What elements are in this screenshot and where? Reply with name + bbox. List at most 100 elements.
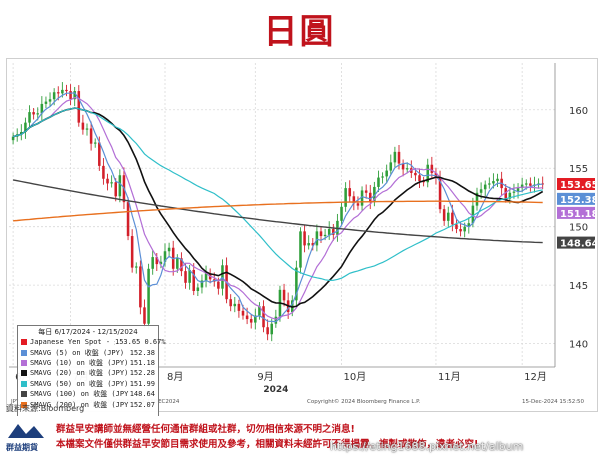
price-tag-label: 153.65 xyxy=(560,180,597,191)
candle-body xyxy=(241,310,245,316)
candle-body xyxy=(393,151,397,163)
candle-body xyxy=(139,266,142,308)
legend-series-value: 152.38 xyxy=(129,348,155,357)
candle-body xyxy=(512,191,516,193)
legend-series-name: SMAVG (20) on 收盤 (JPY) xyxy=(30,369,129,378)
y-tick-label: 155 xyxy=(569,164,588,175)
price-tag-label: 151.18 xyxy=(560,209,597,220)
candle-body xyxy=(344,188,347,207)
candle-body xyxy=(319,231,323,237)
legend-header: 每日 6/17/2024 - 12/15/2024 xyxy=(38,328,138,336)
candle-body xyxy=(36,113,40,115)
ma-line-100 xyxy=(12,179,543,244)
y-tick-label: 145 xyxy=(569,281,588,292)
candle-body xyxy=(483,184,487,190)
candle-body xyxy=(98,142,101,166)
candle-body xyxy=(327,229,331,235)
x-axis-year-label: 2024 xyxy=(263,385,288,395)
source-label: 資料來源:Bloomberg xyxy=(6,404,85,413)
x-tick-label: 11月 xyxy=(438,371,461,383)
candle-body xyxy=(340,206,343,221)
candle-body xyxy=(488,183,491,185)
legend-series-value: 151.18 xyxy=(129,358,155,367)
legend-item: SMAVG (50) on 收盤 (JPY) 151.99 xyxy=(21,379,155,389)
legend-series-name: SMAVG (100) on 收盤 (JPY) xyxy=(30,390,129,399)
candle-body xyxy=(69,91,72,100)
candle-body xyxy=(229,299,232,307)
ma-line-200 xyxy=(13,200,543,222)
candle-body xyxy=(48,99,52,102)
candle-body xyxy=(77,91,81,123)
candle-body xyxy=(348,188,352,197)
x-tick-label: 8月 xyxy=(167,371,183,383)
candle-body xyxy=(307,243,310,246)
candle-body xyxy=(89,128,93,144)
candle-body xyxy=(377,177,380,187)
legend-series-value: 148.64 xyxy=(129,390,155,399)
legend-series-value: 153.65 0.67% xyxy=(115,338,166,347)
disclaimer-line-1: 群益早安講師並無經營任何通信群組或社群，切勿相信來源不明之消息! xyxy=(56,424,355,435)
candle-body xyxy=(151,257,154,269)
legend-swatch xyxy=(21,359,27,366)
legend-series-value: 151.99 xyxy=(129,379,155,388)
candle-body xyxy=(233,303,237,307)
candle-body xyxy=(455,224,458,230)
candle-body xyxy=(414,172,417,176)
candle-body xyxy=(167,247,171,252)
ma-line-10 xyxy=(12,96,543,320)
candle-body xyxy=(385,170,388,177)
candle-body xyxy=(451,212,454,225)
candle-body xyxy=(381,176,384,178)
candle-body xyxy=(397,151,401,164)
legend-series-name: SMAVG (10) on 收盤 (JPY) xyxy=(30,358,129,367)
legend-swatch xyxy=(21,370,27,377)
candle-body xyxy=(446,212,450,221)
price-tag-label: 152.38 xyxy=(560,195,597,206)
chart-timestamp: 15-Dec-2024 15:52:50 xyxy=(522,399,585,405)
candle-body xyxy=(430,164,434,173)
candle-body xyxy=(106,178,109,184)
y-tick-label: 160 xyxy=(569,106,588,117)
candle-body xyxy=(270,323,274,335)
candle-body xyxy=(217,281,220,289)
candle-body xyxy=(315,231,319,246)
candle-body xyxy=(262,306,265,328)
x-tick-label: 12月 xyxy=(524,371,547,383)
legend-item: SMAVG (5) on 收盤 (JPY) 152.38 xyxy=(21,347,155,357)
candle-body xyxy=(61,89,64,94)
candle-body xyxy=(479,189,483,193)
candle-body xyxy=(249,319,253,323)
candle-body xyxy=(496,178,499,182)
candle-body xyxy=(147,268,150,324)
legend-series-value: 152.28 xyxy=(129,369,155,378)
price-tag-label: 148.64 xyxy=(560,239,597,250)
candle-body xyxy=(266,327,269,335)
candle-body xyxy=(65,89,68,92)
legend-series-value: 152.07 xyxy=(129,400,155,409)
legend-swatch xyxy=(21,391,27,398)
legend-item: SMAVG (20) on 收盤 (JPY) 152.28 xyxy=(21,368,155,378)
candle-body xyxy=(364,190,368,193)
y-tick-label: 140 xyxy=(569,340,588,351)
legend-item: Japanese Yen Spot - 最新價153.65 0.67% xyxy=(21,337,166,347)
candle-body xyxy=(389,162,393,171)
candle-body xyxy=(442,209,446,221)
candle-body xyxy=(196,287,200,291)
candle-body xyxy=(114,182,118,197)
candle-body xyxy=(245,315,249,320)
candle-body xyxy=(529,183,532,186)
ma-line-5 xyxy=(12,92,543,323)
page-title: 日圓 xyxy=(263,12,336,52)
x-tick-label: 10月 xyxy=(344,371,367,383)
legend-series-name: Japanese Yen Spot - 最新價 xyxy=(30,338,115,347)
legend-swatch xyxy=(21,339,27,346)
candle-body xyxy=(56,92,60,94)
legend-item: SMAVG (100) on 收盤 (JPY) 148.64 xyxy=(21,389,155,399)
candle-body xyxy=(524,183,528,185)
ma-line-20 xyxy=(12,107,544,308)
candle-body xyxy=(44,101,48,104)
candle-body xyxy=(356,203,360,206)
candle-body xyxy=(237,303,241,311)
candle-body xyxy=(32,112,35,115)
candle-body xyxy=(221,265,224,289)
